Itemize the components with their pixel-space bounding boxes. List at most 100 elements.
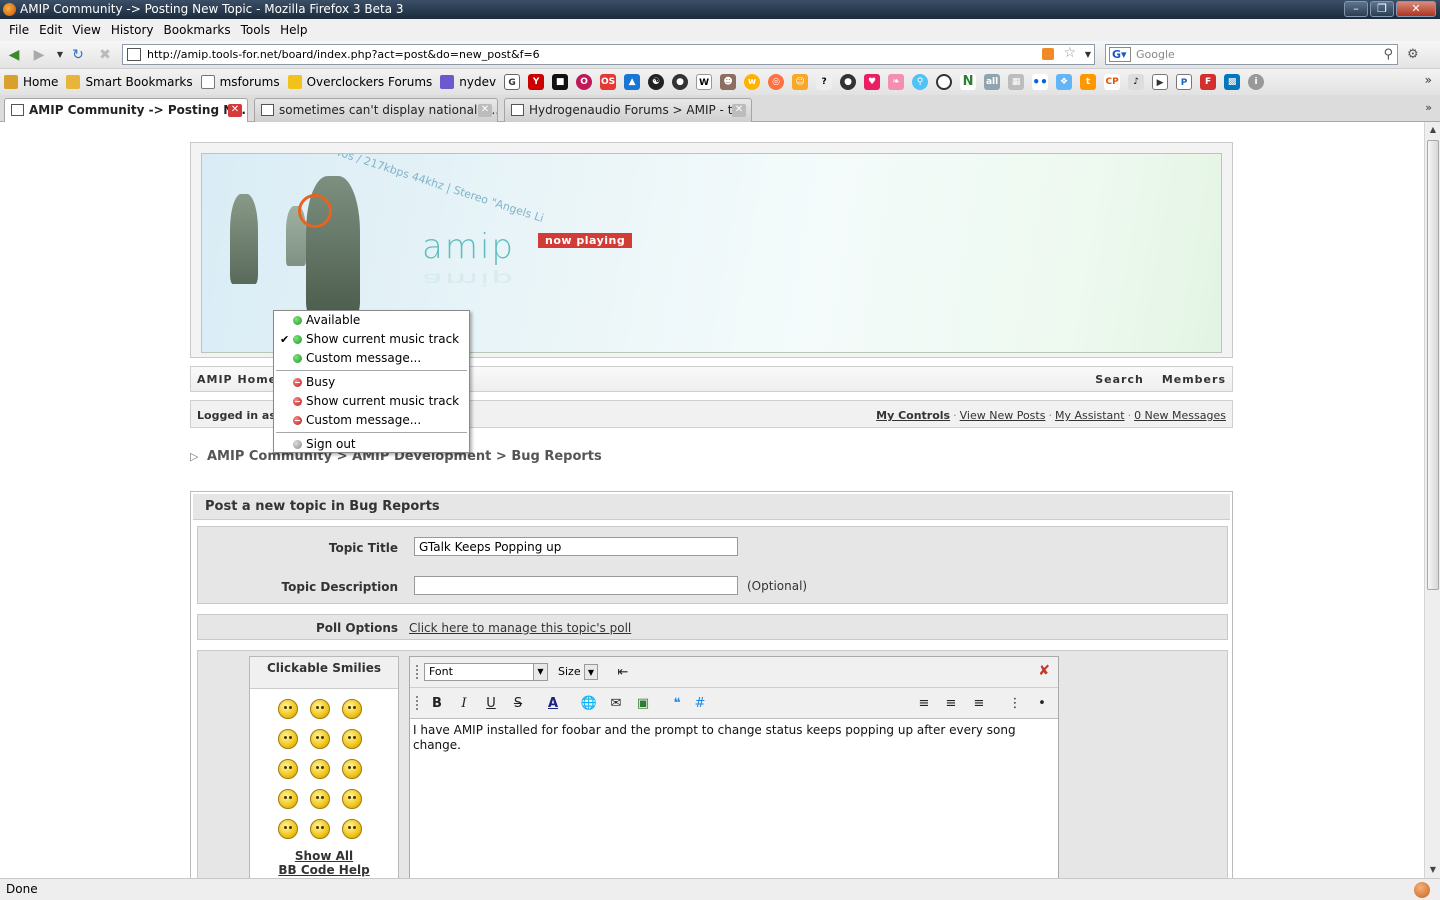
show-all-smilies-link[interactable]: Show All — [250, 849, 398, 863]
tabs-overflow-icon[interactable]: » — [1425, 101, 1432, 114]
bookmark-star-icon[interactable]: ☆ — [1063, 44, 1076, 63]
smiley-icon[interactable] — [342, 819, 362, 839]
indent-icon[interactable]: ⇤ — [614, 664, 632, 682]
rss-feed-icon[interactable] — [1042, 48, 1054, 60]
bold-button[interactable]: B — [428, 695, 446, 713]
forward-arrow-icon[interactable]: ▶ — [29, 45, 49, 65]
reload-icon[interactable]: ↻ — [68, 45, 88, 65]
bookmark-nydev[interactable]: nydev — [440, 75, 496, 89]
align-center-icon[interactable]: ≡ — [942, 695, 960, 713]
bookmark-smart-bookmarks[interactable]: Smart Bookmarks — [66, 75, 193, 89]
scroll-down-icon[interactable]: ▼ — [1425, 862, 1440, 878]
tab-amip-posting[interactable]: AMIP Community -> Posting Ne... ✕ — [4, 98, 248, 123]
underline-button[interactable]: U — [482, 695, 500, 713]
smiley-icon[interactable] — [278, 819, 298, 839]
bookmark-flickr-icon[interactable]: •• — [1032, 74, 1049, 90]
insert-image-icon[interactable]: ▣ — [634, 695, 652, 713]
addon-gear-icon[interactable]: ⚙ — [1407, 47, 1419, 62]
smiley-icon[interactable] — [278, 789, 298, 809]
menu-available-custom[interactable]: Custom message... — [274, 349, 469, 368]
menu-busy-show-track[interactable]: Show current music track — [274, 392, 469, 411]
menu-history[interactable]: History — [106, 23, 159, 37]
smiley-icon[interactable] — [310, 789, 330, 809]
bookmark-t-icon[interactable]: t — [1080, 74, 1097, 90]
bookmark-search-icon[interactable]: ⚲ — [912, 74, 929, 90]
bookmark-question-icon[interactable]: ? — [816, 74, 833, 90]
url-dropdown-icon[interactable]: ▼ — [1085, 45, 1091, 64]
amip-home-link[interactable]: AMIP Home — [197, 373, 277, 386]
smiley-icon[interactable] — [310, 819, 330, 839]
insert-code-icon[interactable]: # — [691, 695, 709, 713]
tab-hydrogenaudio[interactable]: Hydrogenaudio Forums > AMIP - t... ✕ — [504, 98, 752, 122]
addon-status-icon[interactable] — [1414, 882, 1430, 898]
menu-bookmarks[interactable]: Bookmarks — [159, 23, 236, 37]
smiley-icon[interactable] — [342, 699, 362, 719]
bookmark-wikipedia-icon[interactable]: W — [696, 74, 713, 90]
breadcrumb-bug-reports[interactable]: Bug Reports — [511, 449, 601, 464]
align-right-icon[interactable]: ≡ — [970, 695, 988, 713]
minimize-button[interactable]: – — [1344, 1, 1368, 17]
search-bar[interactable]: G▾ Google ⚲ — [1105, 44, 1398, 65]
bookmark-opera-icon[interactable]: O — [576, 74, 593, 90]
bookmark-g-icon[interactable]: G — [504, 74, 521, 90]
bookmark-msforums[interactable]: msforums — [200, 75, 280, 89]
smiley-icon[interactable] — [310, 729, 330, 749]
bookmark-grid-icon[interactable]: ▦ — [1008, 74, 1025, 90]
bookmark-p-icon[interactable]: P — [1176, 74, 1193, 90]
menu-available[interactable]: Available — [274, 311, 469, 330]
topic-description-input[interactable] — [414, 576, 738, 595]
search-link[interactable]: Search — [1095, 373, 1144, 386]
italic-button[interactable]: I — [455, 695, 473, 713]
bookmark-blue-icon[interactable]: ▲ — [624, 74, 641, 90]
smiley-icon[interactable] — [310, 699, 330, 719]
bookmark-yinyang-icon[interactable]: ☯ — [648, 74, 665, 90]
insert-email-icon[interactable]: ✉ — [607, 695, 625, 713]
bookmark-dark-icon[interactable]: ● — [840, 74, 857, 90]
text-color-button[interactable]: A — [544, 695, 562, 713]
tab-close-icon[interactable]: ✕ — [228, 104, 242, 117]
menu-tools[interactable]: Tools — [236, 23, 276, 37]
smiley-icon[interactable] — [342, 789, 362, 809]
align-left-icon[interactable]: ≡ — [915, 695, 933, 713]
search-icon[interactable]: ⚲ — [1383, 45, 1393, 64]
menu-busy-custom[interactable]: Custom message... — [274, 411, 469, 430]
bookmark-record-icon[interactable]: ● — [672, 74, 689, 90]
bookmark-f-icon[interactable]: F — [1200, 74, 1217, 90]
close-window-button[interactable]: ✕ — [1396, 1, 1436, 17]
insert-link-icon[interactable]: 🌐 — [580, 695, 598, 713]
menu-view[interactable]: View — [67, 23, 105, 37]
bookmark-play-icon[interactable]: ▶ — [1152, 74, 1169, 90]
scroll-up-icon[interactable]: ▲ — [1425, 122, 1440, 138]
bookmark-tool-icon[interactable]: ❖ — [1056, 74, 1073, 90]
bookmark-heart-icon[interactable]: ♥ — [864, 74, 881, 90]
scroll-thumb[interactable] — [1427, 140, 1439, 590]
manage-poll-link[interactable]: Click here to manage this topic's poll — [409, 621, 631, 635]
bookmark-overclockers[interactable]: Overclockers Forums — [287, 75, 432, 89]
bookmark-target-icon[interactable]: ◎ — [768, 74, 785, 90]
bookmark-ring-icon[interactable] — [936, 74, 953, 90]
my-assistant-link[interactable]: My Assistant — [1055, 409, 1125, 422]
numbered-list-icon[interactable]: ⋮ — [1006, 695, 1024, 713]
members-link[interactable]: Members — [1162, 373, 1226, 386]
menu-sign-out[interactable]: Sign out — [274, 435, 469, 454]
maximize-button[interactable]: ❐ — [1370, 1, 1394, 17]
bookmark-cat-icon[interactable]: ☻ — [720, 74, 737, 90]
tab-close-icon[interactable]: ✕ — [478, 104, 492, 117]
bookmark-yahoo-icon[interactable]: Y — [528, 74, 545, 90]
smiley-icon[interactable] — [278, 729, 298, 749]
bookmark-n-icon[interactable]: N — [960, 74, 977, 90]
tab-national-chars[interactable]: sometimes can't display national c... ✕ — [254, 98, 498, 122]
bulleted-list-icon[interactable]: • — [1033, 695, 1051, 713]
smiley-icon[interactable] — [310, 759, 330, 779]
bookmark-os-icon[interactable]: OS — [600, 74, 617, 90]
bookmark-terminal-icon[interactable]: ■ — [552, 74, 569, 90]
bookmark-cp-icon[interactable]: CP — [1104, 74, 1121, 90]
smiley-icon[interactable] — [278, 699, 298, 719]
topic-title-input[interactable] — [414, 537, 738, 556]
editor-body[interactable]: I have AMIP installed for foobar and the… — [413, 723, 1053, 753]
new-messages-link[interactable]: 0 New Messages — [1134, 409, 1226, 422]
bookmark-home[interactable]: Home — [4, 75, 58, 89]
bookmark-info-icon[interactable]: i — [1248, 74, 1265, 90]
history-dropdown-icon[interactable]: ▼ — [50, 45, 70, 65]
bookmarks-overflow-icon[interactable]: » — [1425, 73, 1432, 87]
